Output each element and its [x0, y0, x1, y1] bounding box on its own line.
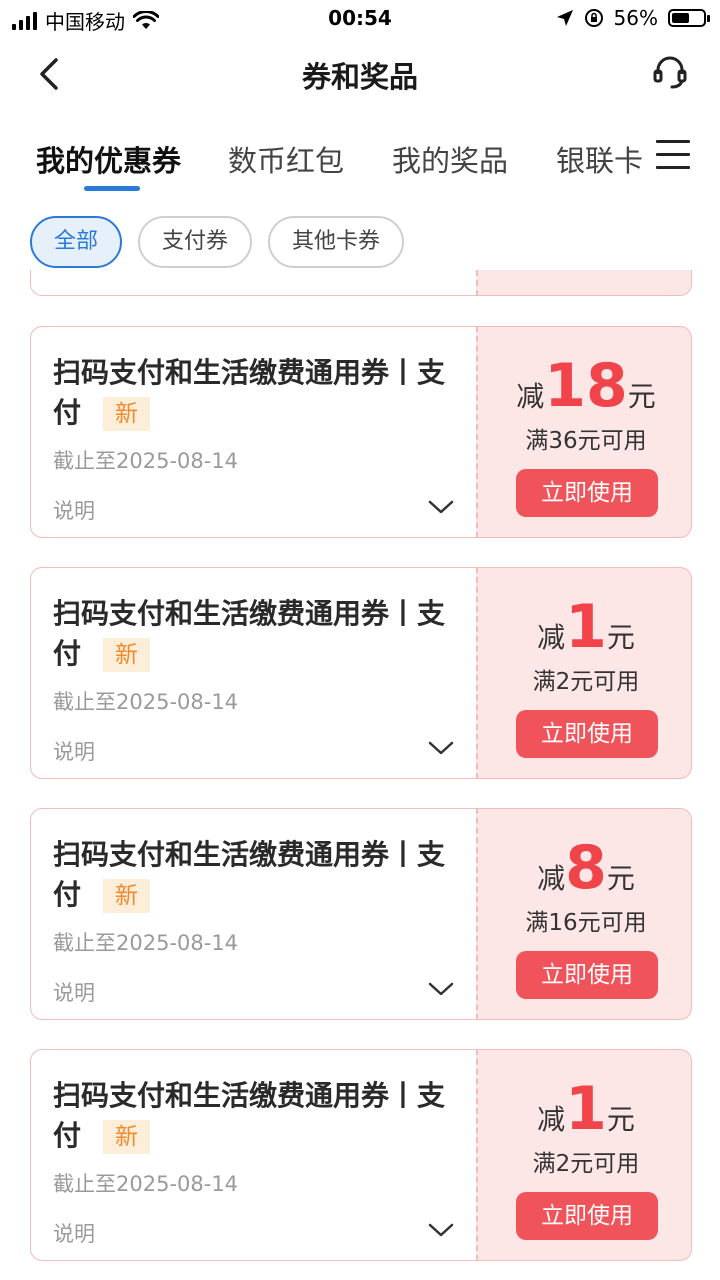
tab-bar: 我的优惠券 数币红包 我的奖品 银联卡	[0, 130, 720, 194]
coupon-amount: 减18元	[516, 351, 656, 421]
tab-unionpay-card[interactable]: 银联卡	[556, 138, 643, 180]
coupon-condition: 满2元可用	[532, 669, 640, 695]
chevron-down-icon[interactable]	[427, 979, 455, 999]
coupon-card: 扫码支付和生活缴费通用券丨支付新 截止至2025-08-14 说明 减1元 满2…	[30, 567, 692, 779]
coupon-condition: 满16元可用	[525, 910, 647, 936]
coupon-amount: 减1元	[537, 1074, 635, 1144]
battery-percent: 56%	[613, 6, 658, 30]
new-badge: 新	[103, 397, 151, 431]
chip-all[interactable]: 全部	[30, 216, 123, 268]
tab-digital-red-packets[interactable]: 数币红包	[228, 138, 344, 180]
coupon-note-link[interactable]: 说明	[53, 1218, 95, 1248]
coupon-expiry: 截止至2025-08-14	[53, 449, 239, 473]
status-right: 56%	[556, 6, 710, 30]
chip-payment-coupons[interactable]: 支付券	[138, 216, 253, 268]
partial-coupon	[30, 270, 692, 296]
coupon-card: 扫码支付和生活缴费通用券丨支付新 截止至2025-08-14 说明 减18元 满…	[30, 326, 692, 538]
chevron-down-icon[interactable]	[427, 738, 455, 758]
chevron-down-icon[interactable]	[427, 1220, 455, 1240]
coupon-card: 扫码支付和生活缴费通用券丨支付新 截止至2025-08-14 说明 减1元 满2…	[30, 1049, 692, 1261]
page-title: 券和奖品	[301, 60, 418, 94]
coupon-card: 扫码支付和生活缴费通用券丨支付新 截止至2025-08-14 说明 减8元 满1…	[30, 808, 692, 1020]
active-tab-indicator	[84, 186, 140, 191]
coupon-amount: 减8元	[537, 833, 635, 903]
new-badge: 新	[103, 1120, 151, 1154]
tab-my-coupons[interactable]: 我的优惠券	[36, 138, 181, 180]
orientation-lock-icon	[584, 9, 603, 27]
tab-my-prizes[interactable]: 我的奖品	[392, 138, 508, 180]
coupon-note-link[interactable]: 说明	[53, 736, 95, 766]
use-now-button[interactable]: 立即使用	[516, 469, 658, 517]
nav-bar: 券和奖品	[0, 36, 720, 108]
coupon-title: 扫码支付和生活缴费通用券丨支付新	[53, 356, 446, 431]
coupon-expiry: 截止至2025-08-14	[53, 690, 239, 714]
coupon-title: 扫码支付和生活缴费通用券丨支付新	[53, 1079, 446, 1154]
location-arrow-icon	[556, 10, 573, 26]
new-badge: 新	[103, 638, 151, 672]
menu-icon[interactable]	[656, 140, 690, 170]
battery-icon	[668, 9, 710, 27]
coupon-title: 扫码支付和生活缴费通用券丨支付新	[53, 838, 446, 913]
coupon-note-link[interactable]: 说明	[53, 977, 95, 1007]
coupon-note-link[interactable]: 说明	[53, 495, 95, 525]
use-now-button[interactable]: 立即使用	[516, 951, 658, 999]
coupon-expiry: 截止至2025-08-14	[53, 931, 239, 955]
filter-chips: 全部 支付券 其他卡券	[30, 216, 405, 268]
coupon-condition: 满2元可用	[532, 1151, 640, 1177]
status-bar: 中国移动 00:54 56%	[0, 0, 720, 36]
coupon-title: 扫码支付和生活缴费通用券丨支付新	[53, 597, 446, 672]
use-now-button[interactable]: 立即使用	[516, 710, 658, 758]
chip-other-card-coupons[interactable]: 其他卡券	[268, 216, 405, 268]
coupon-expiry: 截止至2025-08-14	[53, 1172, 239, 1196]
customer-service-icon[interactable]	[650, 52, 690, 92]
coupon-amount: 减1元	[537, 592, 635, 662]
coupon-condition: 满36元可用	[525, 428, 647, 454]
new-badge: 新	[103, 879, 151, 913]
coupon-list: 扫码支付和生活缴费通用券丨支付新 截止至2025-08-14 说明 减18元 满…	[30, 270, 692, 1280]
use-now-button[interactable]: 立即使用	[516, 1192, 658, 1240]
chevron-down-icon[interactable]	[427, 497, 455, 517]
